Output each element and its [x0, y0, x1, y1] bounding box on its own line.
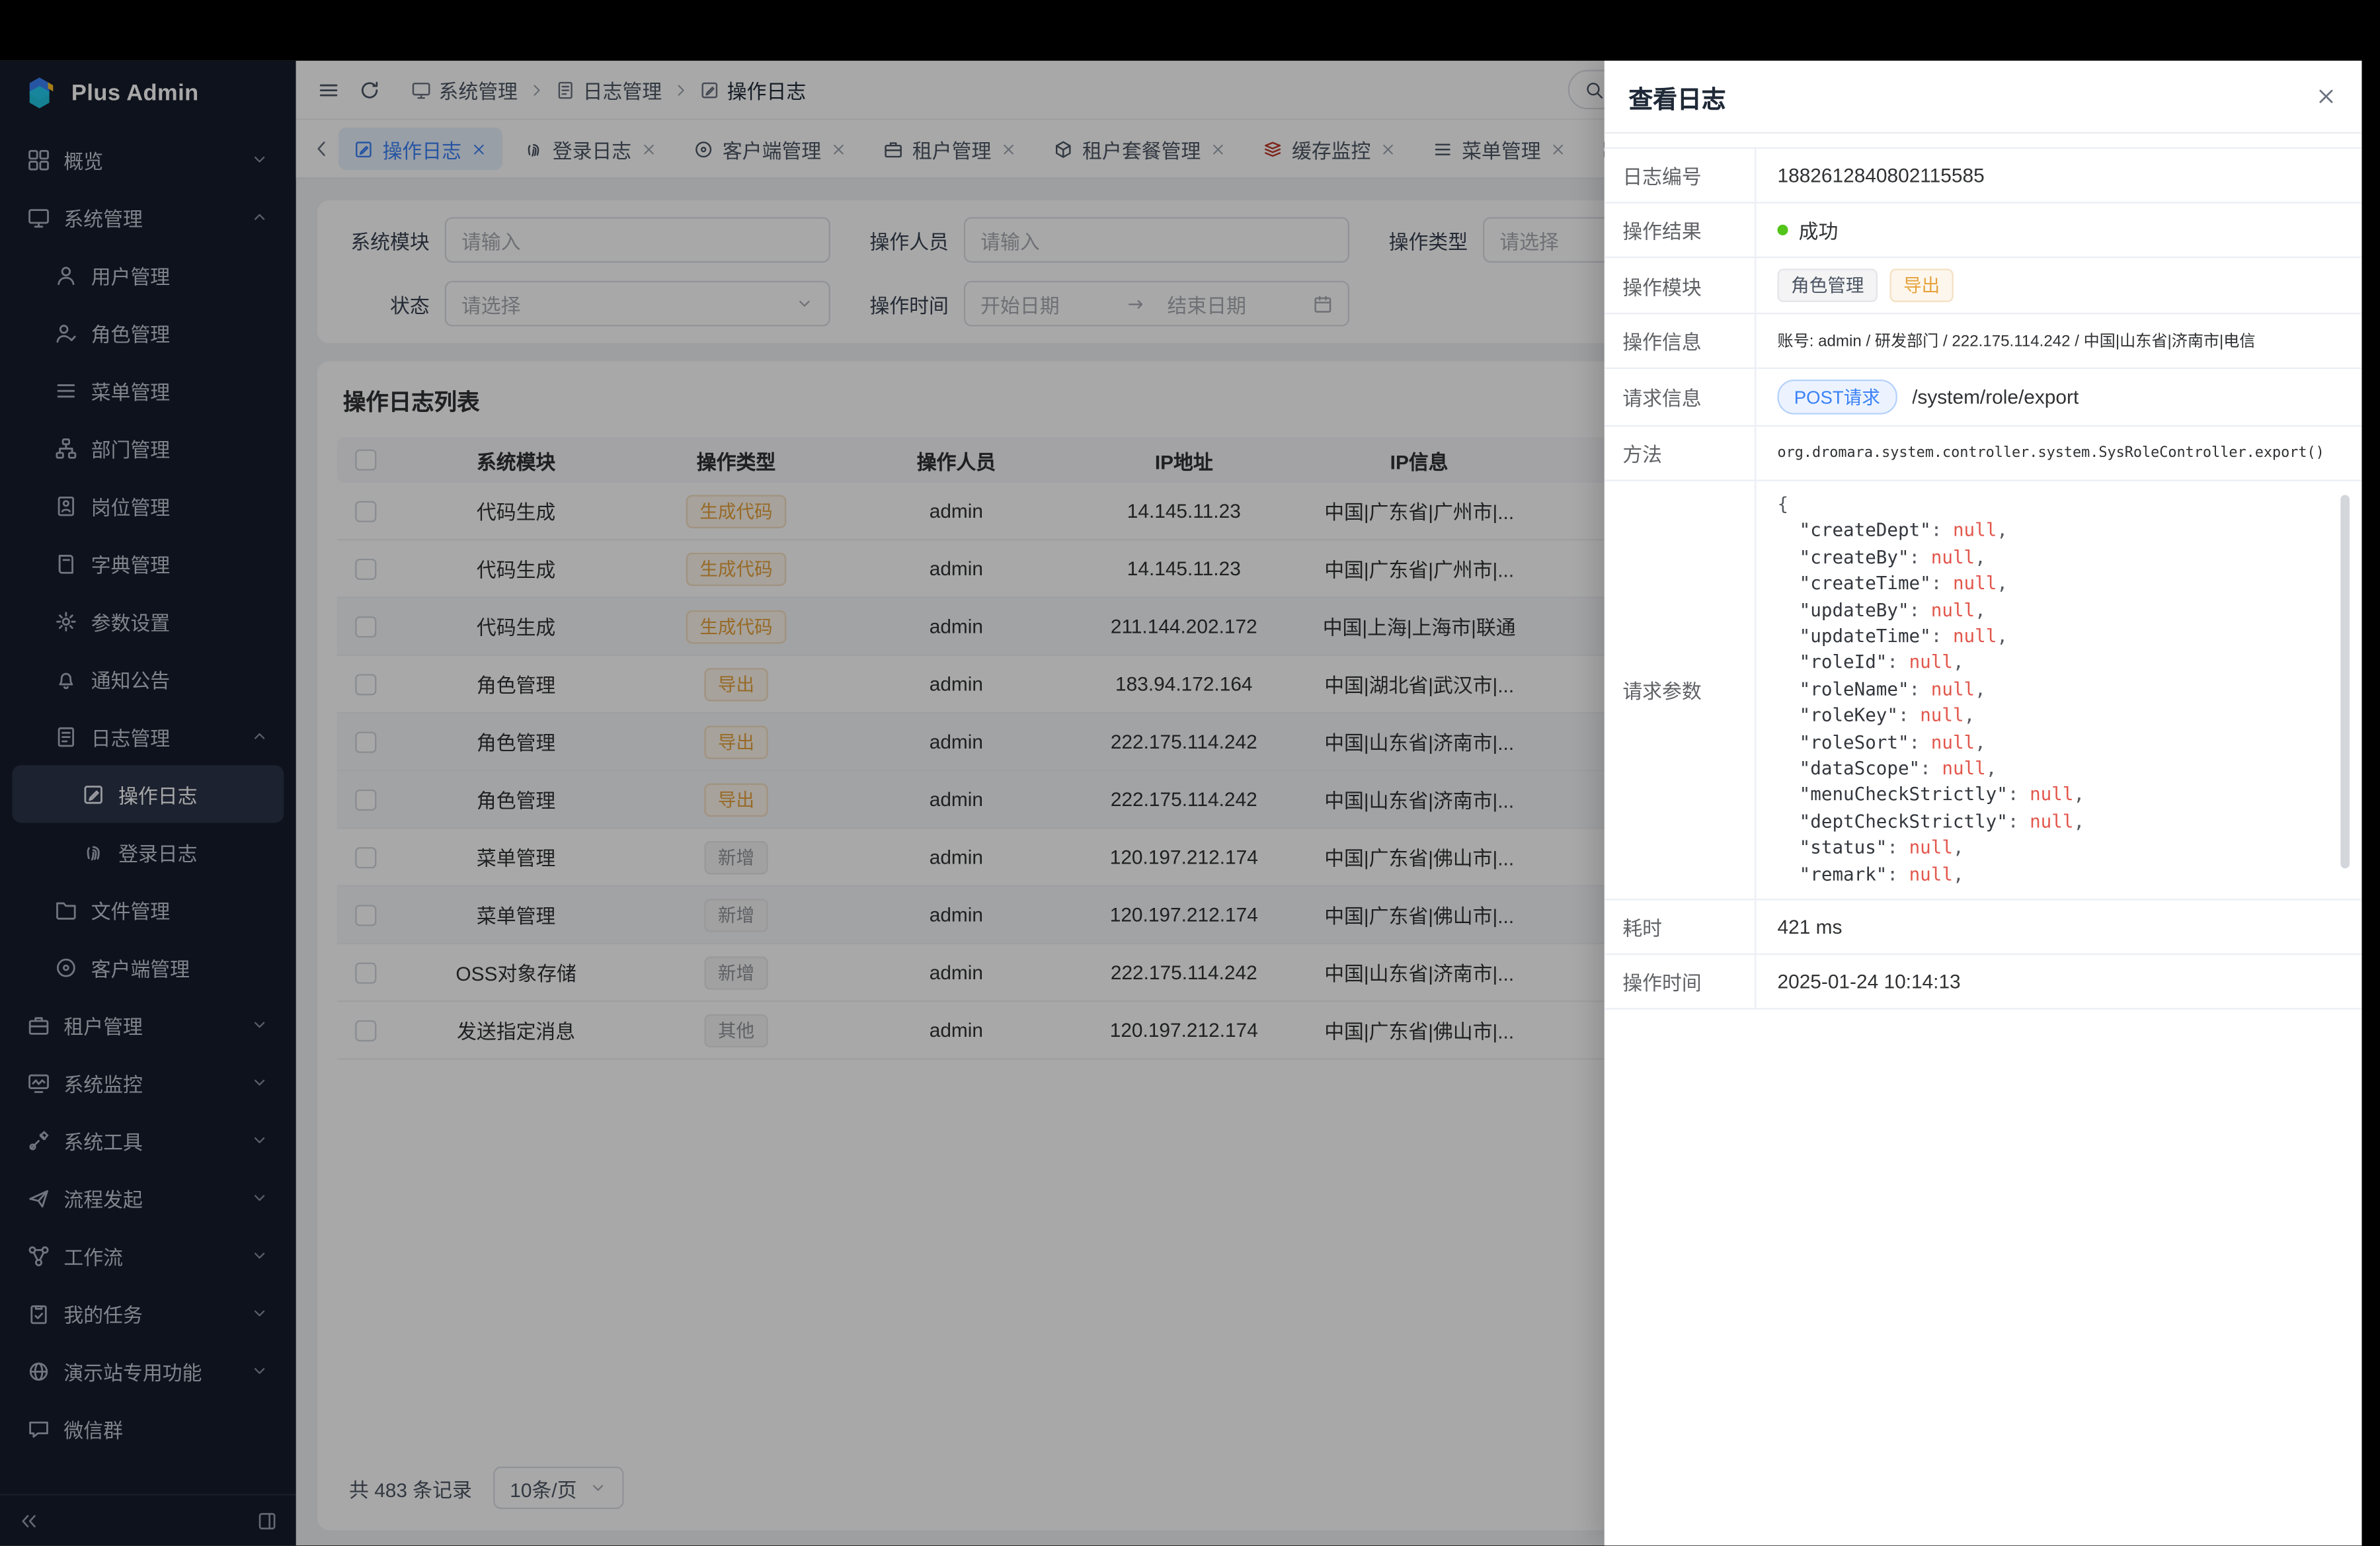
- detail-row-duration: 耗时 421 ms: [1605, 901, 2362, 956]
- detail-label: 日志编号: [1605, 149, 1757, 202]
- detail-label: 耗时: [1605, 901, 1757, 954]
- detail-label: 请求参数: [1605, 481, 1757, 899]
- status-dot-icon: [1777, 225, 1788, 235]
- detail-label: 操作结果: [1605, 204, 1757, 257]
- detail-row-request: 请求信息 POST请求/system/role/export: [1605, 369, 2362, 427]
- drawer-title: 查看日志: [1629, 78, 1726, 114]
- screen: Plus Admin 概览系统管理用户管理角色管理菜单管理部门管理岗位管理字典管…: [0, 0, 2380, 1545]
- detail-value: org.dromara.system.controller.system.Sys…: [1777, 445, 2324, 462]
- request-params-json: { "createDept": null, "createBy": null, …: [1777, 492, 2343, 888]
- module-tag: 角色管理: [1777, 268, 1878, 302]
- detail-row-method: 方法 org.dromara.system.controller.system.S…: [1605, 427, 2362, 481]
- module-tag: 导出: [1889, 268, 1953, 302]
- drawer-header: 查看日志: [1605, 61, 2362, 134]
- json-scrollbar[interactable]: [2340, 495, 2350, 868]
- detail-label: 操作时间: [1605, 955, 1757, 1008]
- detail-value: 1882612840802115585: [1777, 164, 1984, 186]
- detail-value: 账号: admin / 研发部门 / 222.175.114.242 / 中国|…: [1777, 329, 2255, 352]
- detail-label: 操作信息: [1605, 314, 1757, 367]
- log-detail-table: 日志编号1882612840802115585操作结果成功操作模块角色管理导出操…: [1605, 147, 2362, 1010]
- http-method-tag: POST请求: [1777, 380, 1897, 415]
- drawer-close-button[interactable]: [2315, 85, 2337, 108]
- detail-row-log-id: 日志编号 1882612840802115585: [1605, 149, 2362, 204]
- detail-label: 请求信息: [1605, 369, 1757, 425]
- detail-row-module: 操作模块角色管理导出: [1605, 258, 2362, 314]
- detail-value: 2025-01-24 10:14:13: [1777, 970, 1960, 993]
- request-url: /system/role/export: [1912, 386, 2079, 408]
- detail-label: 操作模块: [1605, 258, 1757, 313]
- detail-row-time: 操作时间 2025-01-24 10:14:13: [1605, 955, 2362, 1010]
- detail-value: 421 ms: [1777, 916, 1842, 938]
- detail-row-info: 操作信息账号: admin / 研发部门 / 222.175.114.242 /…: [1605, 314, 2362, 369]
- detail-label: 方法: [1605, 427, 1757, 479]
- detail-row-params: 请求参数{ "createDept": null, "createBy": nu…: [1605, 481, 2362, 901]
- view-log-drawer: 查看日志 日志编号 1882612840802115585 操作结果 成功操作模块角色…: [1605, 61, 2362, 1545]
- detail-value: 成功: [1799, 216, 1839, 245]
- detail-row-result: 操作结果 成功: [1605, 204, 2362, 259]
